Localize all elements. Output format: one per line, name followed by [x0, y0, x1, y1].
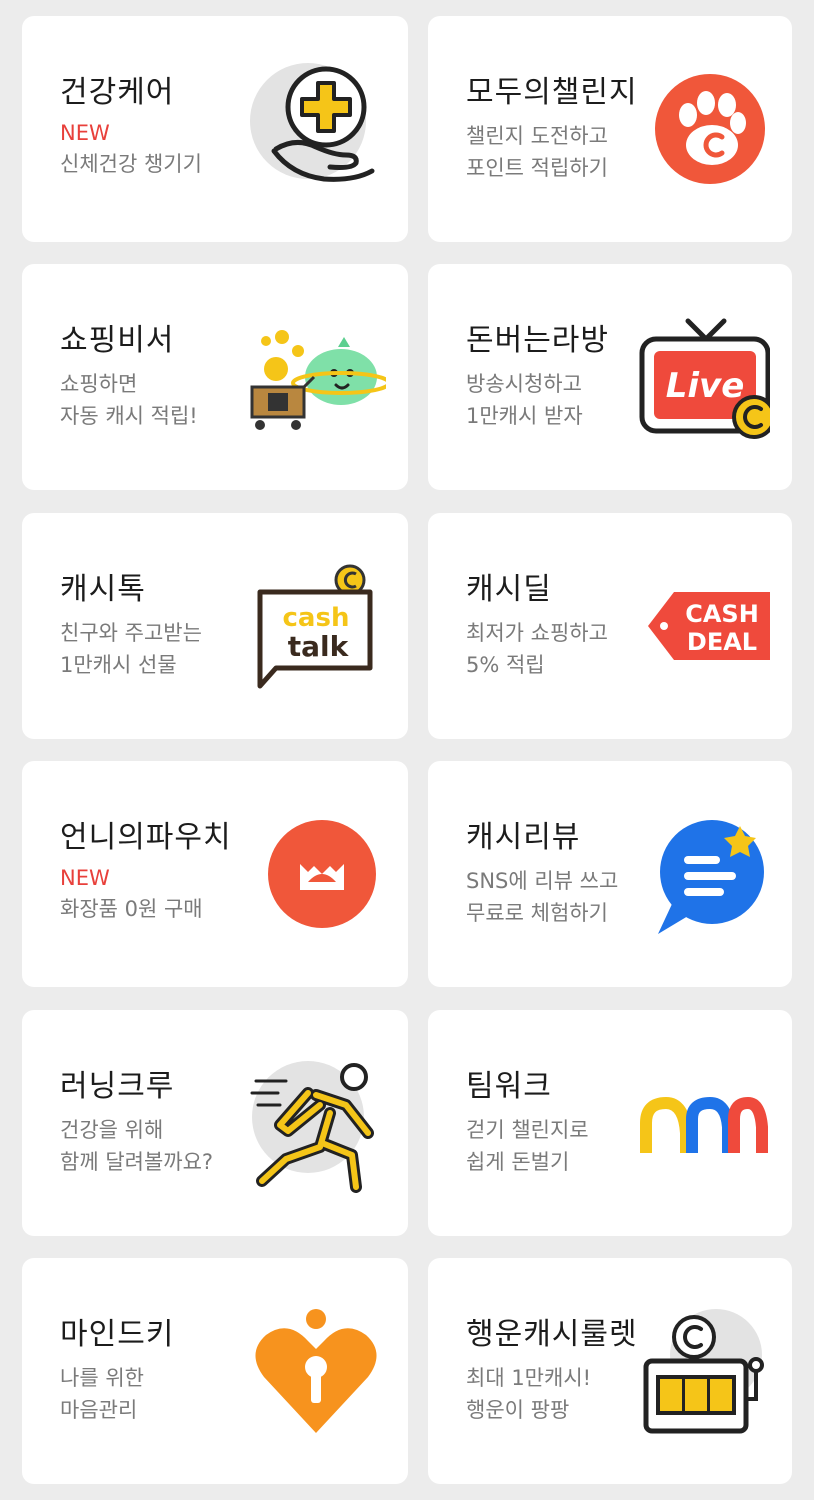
card-teamwork[interactable]: 팀워크 걷기 챌린지로 쉽게 돈벌기: [428, 1010, 792, 1236]
shopping-assistant-icon: [246, 307, 386, 447]
card-sisters-pouch[interactable]: 언니의파우치 NEW 화장품 0원 구매: [22, 761, 408, 987]
svg-text:DEAL: DEAL: [687, 628, 757, 656]
card-lucky-roulette[interactable]: 행운캐시룰렛 최대 1만캐시! 행운이 팡팡: [428, 1258, 792, 1484]
card-mind-key[interactable]: 마인드키 나를 위한 마음관리: [22, 1258, 408, 1484]
teamwork-arches-icon: [630, 1053, 770, 1193]
card-health-care[interactable]: 건강케어 NEW 신체건강 챙기기: [22, 16, 408, 242]
challenge-paw-icon: [630, 59, 770, 199]
health-care-icon: [246, 59, 386, 199]
review-chat-icon: [630, 804, 770, 944]
live-tv-icon: Live: [630, 307, 770, 447]
card-live-broadcast[interactable]: 돈버는라방 방송시청하고 1만캐시 받자 Live: [428, 264, 792, 490]
card-running-crew[interactable]: 러닝크루 건강을 위해 함께 달려볼까요?: [22, 1010, 408, 1236]
card-cash-deal[interactable]: 캐시딜 최저가 쇼핑하고 5% 적립 CASH DEAL: [428, 513, 792, 739]
card-cash-review[interactable]: 캐시리뷰 SNS에 리뷰 쓰고 무료로 체험하기: [428, 761, 792, 987]
card-challenge[interactable]: 모두의챌린지 챌린지 도전하고 포인트 적립하기: [428, 16, 792, 242]
service-grid: 건강케어 NEW 신체건강 챙기기 모두의챌린지 챌린지 도전하고 포인트 적립…: [0, 0, 814, 1500]
slot-machine-icon: [630, 1301, 770, 1441]
card-shopping-assistant[interactable]: 쇼핑비서 쇼핑하면 자동 캐시 적립!: [22, 264, 408, 490]
pouch-logo-icon: [246, 804, 386, 944]
svg-text:CASH: CASH: [685, 600, 759, 628]
svg-text:talk: talk: [288, 630, 350, 663]
cash-talk-icon: cash talk: [246, 556, 386, 696]
card-cash-talk[interactable]: 캐시톡 친구와 주고받는 1만캐시 선물 cash talk: [22, 513, 408, 739]
running-person-icon: [246, 1053, 386, 1193]
heart-keyhole-icon: [246, 1301, 386, 1441]
svg-text:cash: cash: [283, 603, 350, 633]
cash-deal-tag-icon: CASH DEAL: [630, 556, 770, 696]
svg-text:Live: Live: [666, 366, 745, 406]
